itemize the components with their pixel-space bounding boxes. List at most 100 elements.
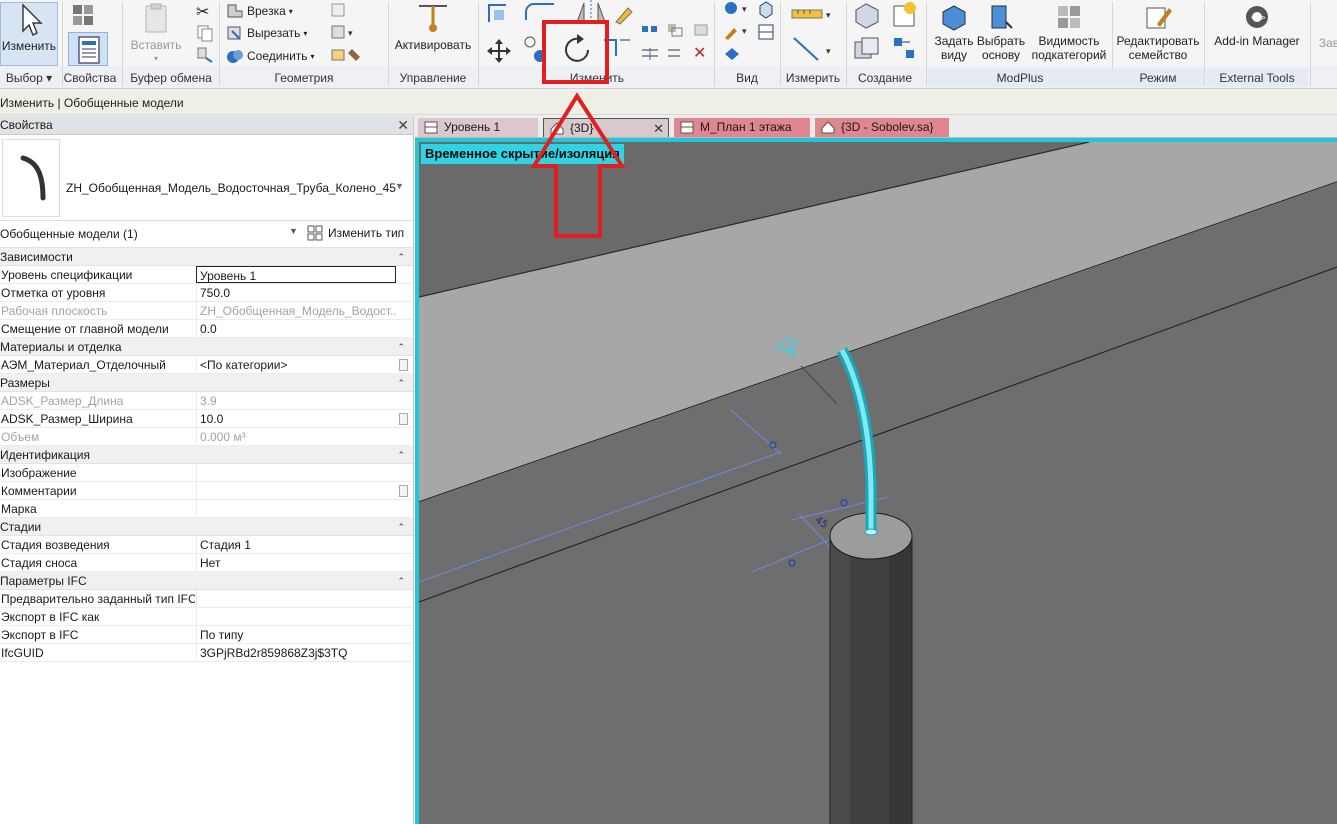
property-value[interactable]: <По категории> [196,356,396,374]
property-row: Экспорт в IFC По типу [0,626,413,644]
create-assembly-icon[interactable] [890,34,920,67]
rotate-button[interactable] [558,32,596,71]
select-dropdown[interactable]: Выбор ▾ [0,69,58,87]
property-value[interactable]: Стадия 1 [196,536,396,554]
view-tab-label: {3D - Sobolev.sa} [841,120,934,134]
edit-type-button[interactable]: Изменить тип [306,224,404,242]
cope-button[interactable]: Врезка ▾ [226,0,293,22]
view-hide-icon[interactable] [722,44,742,67]
subcategory-visibility-button[interactable]: Видимость подкатегорий [1028,2,1110,62]
3d-viewport[interactable]: 45 Временное скрытие/изоляция [415,138,1337,824]
property-category[interactable]: Размеры ⌃ [0,374,413,392]
delete-icon[interactable]: ✕ [693,46,706,62]
property-category[interactable]: Параметры IFC ⌃ [0,572,413,590]
view-brush-icon[interactable]: ▾ [722,22,752,45]
property-value[interactable] [196,590,396,608]
chevron-down-icon[interactable]: ▼ [289,226,298,236]
svg-text:▾: ▾ [742,27,747,37]
pencil-edit-icon[interactable] [612,4,634,29]
split-icon[interactable] [640,24,660,41]
view-lightbulb-icon[interactable]: ▾ [722,0,752,23]
instance-filter-label[interactable]: Обобщенные модели (1) [0,227,138,241]
trim-extend-icon[interactable] [602,36,638,61]
create-group-icon[interactable] [852,34,882,67]
match-type-icon[interactable] [196,46,214,67]
addin-manager-button[interactable]: </> Add-in Manager [1208,2,1306,48]
view-cube-icon[interactable] [756,0,776,23]
property-value[interactable]: 750.0 [196,284,396,302]
properties-palette-button[interactable] [68,32,108,66]
view-sections-icon[interactable] [756,22,776,45]
join-button[interactable]: Соединить ▾ [226,45,315,67]
temporary-hide-isolate-banner: Временное скрытие/изоляция [421,144,624,164]
collapse-chevron-icon[interactable]: ⌃ [397,518,405,536]
pick-base-button[interactable]: Выбрать основу [976,2,1026,62]
copy-circles-icon[interactable] [522,36,548,67]
move-icon[interactable] [486,38,512,67]
align-icon[interactable] [486,2,508,27]
property-category-label: Материалы и отделка [0,340,122,354]
set-view-button[interactable]: Задать виду [932,2,976,62]
property-row: Стадия сноса Нет [0,554,413,572]
edit-family-button[interactable]: Редактировать семейство [1114,2,1202,62]
property-value[interactable]: Уровень 1 [196,266,396,283]
view-tab[interactable]: {3D - Sobolev.sa} [815,118,949,137]
offset-icon[interactable] [522,2,556,27]
property-row: Смещение от главной модели 0.0 [0,320,413,338]
property-value[interactable]: Нет [196,554,396,572]
property-category[interactable]: Стадии ⌃ [0,518,413,536]
collapse-chevron-icon[interactable]: ⌃ [397,338,405,356]
property-row: Отметка от уровня 750.0 [0,284,413,302]
cut-scissors-icon[interactable]: ✂ [196,2,209,22]
property-browse-button[interactable] [399,485,408,497]
collapse-chevron-icon[interactable]: ⌃ [397,248,405,266]
property-value[interactable] [196,464,396,482]
cut-geometry-button[interactable]: Вырезать ▾ [226,22,307,44]
type-properties-icon[interactable] [70,2,104,28]
property-value[interactable] [196,500,396,518]
pin-icon[interactable] [666,46,684,65]
collapse-chevron-icon[interactable]: ⌃ [397,446,405,464]
scale-icon[interactable] [666,22,684,41]
modify-tool-button[interactable]: Изменить [0,2,58,66]
property-value[interactable] [196,608,396,626]
geometry-small-icon-2[interactable]: ▾ [330,24,360,43]
collapse-chevron-icon[interactable]: ⌃ [397,572,405,590]
property-browse-button[interactable] [399,413,408,425]
copy-icon[interactable] [196,24,214,45]
paste-button[interactable]: Вставить ▾ [128,2,184,66]
property-browse-button[interactable] [399,359,408,371]
paint-icon[interactable] [330,46,364,67]
close-icon[interactable]: ✕ [653,119,664,138]
view-tab[interactable]: {3D} ✕ [543,118,669,137]
property-value[interactable]: 3GPjRBd2r859868Z3j$3TQ [196,644,396,662]
create-part-icon[interactable] [852,0,882,33]
property-value[interactable]: 10.0 [196,410,396,428]
cut-off-ribbon-button[interactable]: Зав [1314,36,1337,50]
clipboard-paste-icon [145,3,167,33]
close-icon[interactable]: ✕ [397,116,409,135]
array-icon[interactable] [640,46,660,65]
measure-dimension-icon[interactable]: ▾ [790,34,836,67]
property-category[interactable]: Идентификация ⌃ [0,446,413,464]
geometry-small-icon-1[interactable] [330,2,346,21]
collapse-chevron-icon[interactable]: ⌃ [397,374,405,392]
type-dropdown-arrow[interactable]: ▼ [395,181,404,191]
view-tab[interactable]: М_План 1 этажа [674,118,810,137]
mirror-axis-icon[interactable] [574,0,614,27]
view-tab[interactable]: Уровень 1 [418,118,538,137]
property-category[interactable]: Зависимости ⌃ [0,248,413,266]
property-value[interactable] [196,482,396,500]
subcategory-visibility-label: Видимость подкатегорий [1031,34,1107,62]
clipboard-group-label: Буфер обмена [130,71,212,85]
property-value[interactable]: 0.0 [196,320,396,338]
property-value[interactable]: По типу [196,626,396,644]
measure-ruler-icon[interactable]: ▾ [790,4,836,27]
type-selector[interactable]: ZH_Обобщенная_Модель_Водосточная_Труба_К… [0,135,413,221]
view-group-label: Вид [736,71,758,85]
viewport-scene[interactable]: 45 [419,142,1337,824]
property-category[interactable]: Материалы и отделка ⌃ [0,338,413,356]
create-similar-icon[interactable] [890,0,920,33]
activate-button[interactable]: Активировать [392,2,474,52]
unpin-icon[interactable] [692,22,710,41]
